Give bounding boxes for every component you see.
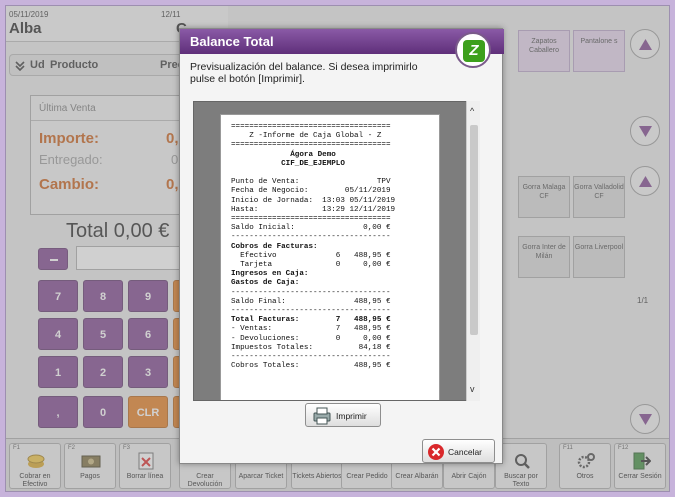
cancel-button[interactable]: Cancelar [422,439,495,463]
report-preview[interactable]: =================================== Z -I… [193,101,479,401]
balance-dialog: Balance Total Z Previsualización del bal… [179,28,504,464]
print-button[interactable]: Imprimir [305,403,381,427]
report-line: Efectivo 6 488,95 € [231,251,391,260]
report-line: Ingresos en Caja: [231,270,309,279]
report-line: Inicio de Jornada: 13:03 05/11/2019 [231,196,396,205]
report-page: =================================== Z -I… [220,114,440,400]
report-line [231,169,429,178]
report-line: ----------------------------------- [231,288,391,297]
report-line: ----------------------------------- [231,353,391,362]
report-line: =================================== [231,215,391,224]
dialog-message: Previsualización del balance. Si desea i… [190,61,418,85]
scroll-down-arrow-icon[interactable]: v [470,384,475,394]
report-line: Punto de Venta: TPV [231,178,391,187]
report-line: =================================== [231,141,391,150]
report-line: Impuestos Totales: 84,18 € [231,343,391,352]
report-line: Gastos de Caja: [231,279,300,288]
report-text: =================================== Z -I… [231,123,429,371]
report-line: =================================== [231,123,391,131]
cancel-icon [428,444,444,460]
print-label: Imprimir [336,411,367,421]
report-line: Total Facturas: 7 488,95 € [231,316,391,325]
report-line: Cobros de Facturas: [231,242,318,251]
report-line: CIF_DE_EJEMPLO [231,159,345,168]
z-report-logo-icon: Z [455,32,491,68]
dialog-title: Balance Total [190,34,274,49]
cancel-label: Cancelar [448,447,483,457]
report-line: ----------------------------------- [231,307,391,316]
report-line: Z -Informe de Caja Global - Z [231,132,382,141]
report-line: Tarjeta 0 0,00 € [231,261,391,270]
report-line: Hasta: 13:29 12/11/2019 [231,205,396,214]
printer-icon [313,407,331,425]
report-line: Fecha de Negocio: 05/11/2019 [231,187,391,196]
scrollbar-thumb[interactable] [470,125,478,335]
report-line: Cobros Totales: 488,95 € [231,362,391,371]
report-line: Saldo Inicial: 0,00 € [231,224,391,233]
report-line: ----------------------------------- [231,233,391,242]
report-line: - Devoluciones: 0 0,00 € [231,334,391,343]
report-line: Ágora Demo [231,150,336,159]
report-line: - Ventas: 7 488,95 € [231,325,391,334]
report-line: Saldo Final: 488,95 € [231,297,391,306]
scroll-up-arrow-icon[interactable]: ^ [470,106,474,116]
preview-scrollbar[interactable]: ^ v [466,101,480,401]
